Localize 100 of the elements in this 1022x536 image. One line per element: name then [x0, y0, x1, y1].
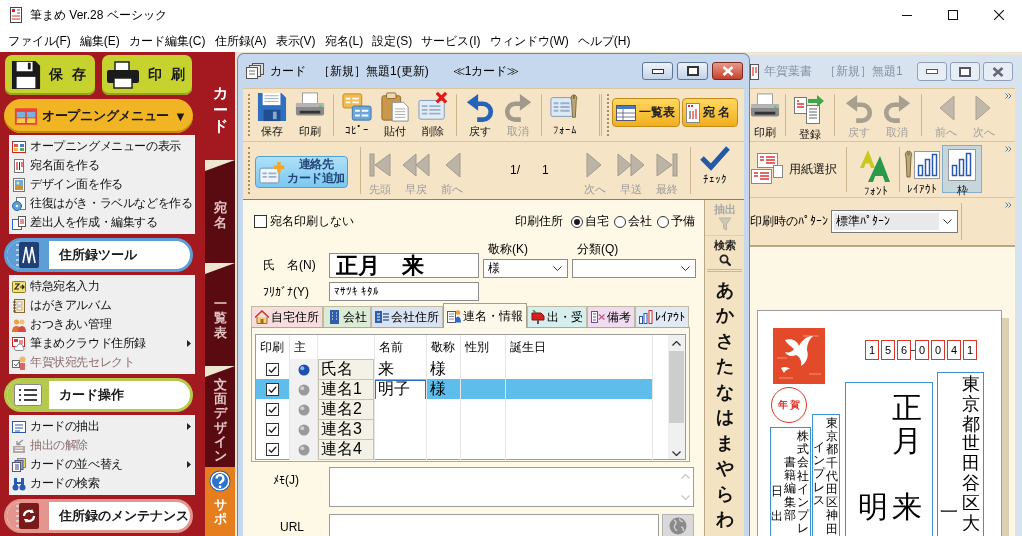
menu-item[interactable]: 宛名面を作る — [9, 156, 195, 175]
toolbar-button[interactable]: 保存 — [253, 89, 291, 139]
toolbar-button[interactable]: 戻す — [461, 89, 499, 139]
menu-item[interactable]: はがきアルバム — [9, 296, 195, 315]
menu-item[interactable]: 編集(E) — [75, 30, 125, 52]
menu-item[interactable]: ウィンドウ(W) — [485, 30, 574, 52]
kana-index-button[interactable]: た — [705, 353, 744, 379]
kana-index-button[interactable]: や — [705, 455, 744, 481]
primary-radio[interactable] — [297, 443, 310, 456]
tab[interactable]: 連名・情報 — [443, 303, 527, 328]
primary-radio[interactable] — [297, 363, 310, 376]
kana-index-button[interactable]: は — [705, 404, 744, 430]
maximize-icon — [686, 66, 699, 76]
kana-index-button[interactable]: か — [705, 302, 744, 328]
add-contact-button[interactable]: 連絡先 カード追加 — [255, 156, 348, 188]
toolbar-button[interactable]: ｺﾋﾟｰ — [338, 89, 376, 136]
view-button[interactable]: 宛 名 — [682, 98, 738, 127]
tab[interactable]: ﾚｲｱｳﾄ — [635, 306, 689, 327]
scrollbar-thumb[interactable] — [669, 351, 684, 423]
tool-button[interactable]: 用紙選択 — [750, 145, 838, 193]
maximize-button[interactable] — [677, 62, 708, 80]
radio-button[interactable] — [657, 215, 669, 228]
save-button[interactable]: 保 存 — [5, 55, 95, 95]
print-checkbox[interactable] — [266, 443, 279, 456]
checkbox[interactable] — [254, 215, 267, 228]
menu-item[interactable]: 特急宛名入力 — [9, 277, 195, 296]
section-header-button[interactable]: 住所録のメンテナンス — [4, 499, 193, 533]
table-row[interactable]: 連名1 明子 様 — [256, 379, 653, 399]
menu-item[interactable]: 表示(V) — [271, 30, 320, 52]
kana-index-button[interactable]: さ — [705, 328, 744, 354]
view-button[interactable]: 一覧表 — [612, 98, 680, 127]
menu-item[interactable]: カードの検索 — [9, 474, 195, 493]
side-tab[interactable]: カード — [205, 52, 235, 160]
menu-item[interactable]: 差出人を作成・編集する — [9, 213, 195, 232]
toolbar-button[interactable]: 登録 — [791, 89, 829, 142]
menu-dropdown-button[interactable]: オープニングメニュー ▼ — [4, 99, 193, 133]
scrollbar[interactable] — [668, 335, 685, 459]
menu-item[interactable]: サービス(I) — [416, 30, 485, 52]
category-select[interactable] — [572, 259, 696, 278]
menu-item[interactable]: 設定(S) — [367, 30, 417, 52]
side-tab[interactable]: 文面デザイン — [205, 366, 235, 467]
toolbar-button[interactable]: 印刷 — [750, 89, 780, 140]
tab[interactable]: 会社 — [323, 306, 371, 327]
menu-item[interactable]: ファイル(F) — [3, 30, 76, 52]
url-field[interactable] — [329, 514, 659, 536]
toolbar-button[interactable]: ﾌｫｰﾑ — [546, 89, 584, 136]
radio-button[interactable] — [571, 215, 583, 228]
postal-code-box: 6 — [897, 340, 911, 360]
primary-radio[interactable] — [297, 423, 310, 436]
radio-button[interactable] — [614, 215, 626, 228]
close-button[interactable] — [983, 62, 1013, 81]
search-button[interactable]: 検索 — [705, 236, 744, 264]
kana-index-button[interactable]: な — [705, 379, 744, 405]
kana-index-button[interactable]: ら — [705, 481, 744, 507]
kana-index-button[interactable]: ま — [705, 430, 744, 456]
tab[interactable]: 自宅住所 — [251, 306, 323, 327]
print-button[interactable]: 印 刷 — [102, 55, 192, 95]
print-checkbox[interactable] — [266, 403, 279, 416]
kana-index-button[interactable]: あ — [705, 277, 744, 303]
tab[interactable]: 会社住所 — [371, 306, 443, 327]
toolbar-button[interactable]: 削除 — [414, 89, 452, 139]
menu-item[interactable]: 宛名(L) — [320, 30, 368, 52]
maximize-button[interactable] — [950, 62, 980, 81]
honorific-select[interactable]: 様 — [483, 259, 568, 278]
toolbar-button[interactable]: 貼付 — [376, 89, 414, 139]
primary-radio[interactable] — [297, 403, 310, 416]
menu-item[interactable]: オープニングメニューの表示 — [9, 137, 195, 156]
primary-radio[interactable] — [297, 383, 310, 396]
print-checkbox[interactable] — [266, 383, 279, 396]
check-button[interactable]: ﾁｪｯｸ — [696, 142, 734, 185]
tab[interactable]: 出・受 — [527, 306, 587, 327]
menu-item[interactable]: 往復はがき・ラベルなどを作る — [9, 194, 195, 213]
print-checkbox[interactable] — [266, 363, 279, 376]
section-header-button[interactable]: カード操作 — [4, 378, 193, 412]
menu-item[interactable]: カードの抽出 — [9, 417, 195, 436]
menu-item[interactable]: ヘルプ(H) — [573, 30, 635, 52]
menu-item[interactable]: 筆まめクラウド住所録 — [9, 334, 195, 353]
pattern-select[interactable]: 標準ﾊﾟﾀｰﾝ — [831, 210, 958, 233]
minimize-button[interactable] — [642, 62, 673, 80]
section-header-button[interactable]: 住所録ツール — [4, 238, 193, 272]
toolbar-button[interactable]: 印刷 — [291, 89, 329, 139]
side-tab[interactable]: 一覧表 — [205, 263, 235, 366]
kana-index-button[interactable]: わ — [705, 506, 744, 532]
tab[interactable]: 備考 — [587, 306, 635, 327]
menu-item[interactable]: 住所録(A) — [210, 30, 271, 52]
name-field[interactable]: 正月 来 — [329, 253, 479, 278]
postal-code-box: 1 — [865, 340, 879, 360]
furigana-field[interactable]: ﾏｻﾂｷ ｷﾀﾙ — [329, 282, 479, 301]
menu-item[interactable]: おつきあい管理 — [9, 315, 195, 334]
print-checkbox[interactable] — [266, 423, 279, 436]
side-tab[interactable]: 宛名 — [205, 160, 235, 263]
tool-button[interactable]: ﾌｫﾝﾄ — [855, 145, 897, 193]
close-button[interactable] — [712, 62, 743, 80]
minimize-button[interactable] — [917, 62, 947, 81]
menu-item[interactable]: カード編集(C) — [124, 30, 210, 52]
cell-input[interactable]: 明子 — [375, 379, 426, 400]
memo-field[interactable] — [329, 467, 694, 507]
menu-item[interactable]: カードの並べ替え — [9, 455, 195, 474]
menu-item[interactable]: デザイン面を作る — [9, 175, 195, 194]
tool-button[interactable]: ﾚｲｱｳﾄ — [902, 145, 942, 193]
